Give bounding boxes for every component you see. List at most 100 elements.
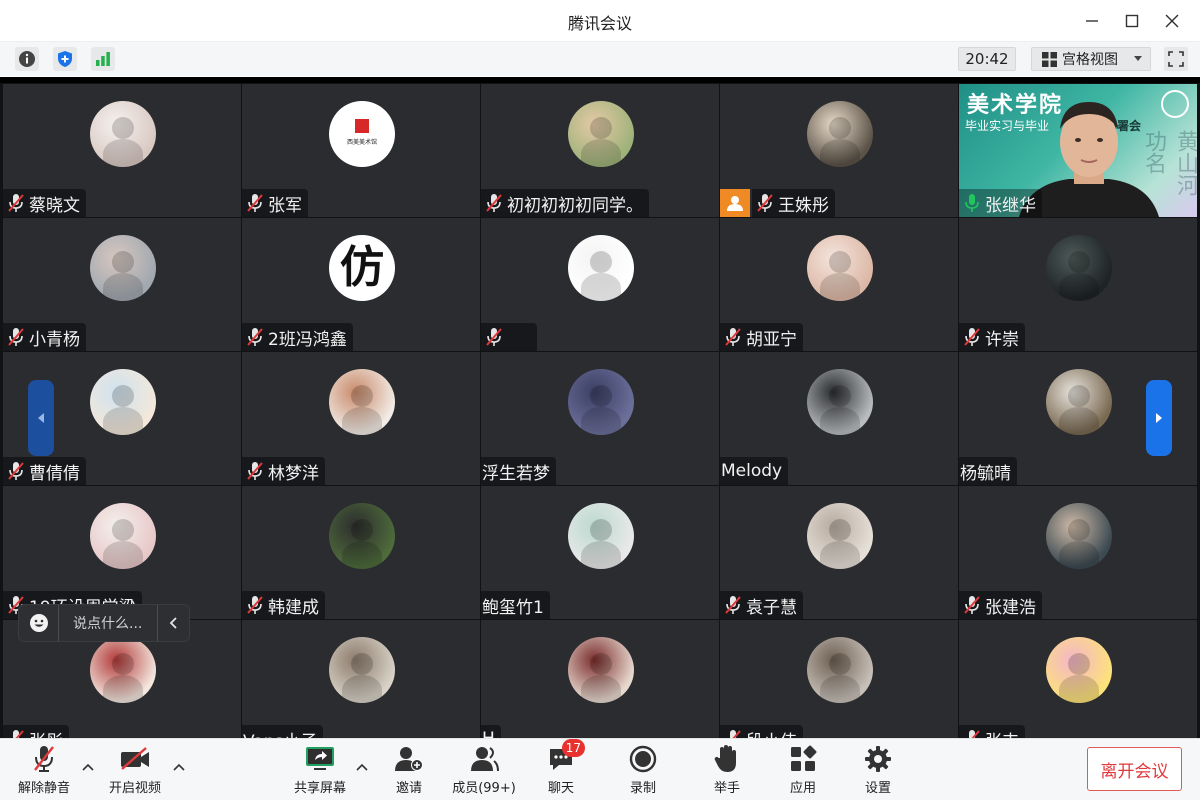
participant-tile[interactable]: Vans小子 bbox=[242, 620, 480, 738]
avatar: 西美美术馆 bbox=[329, 101, 395, 167]
participant-name: 袁子慧 bbox=[746, 597, 797, 618]
chat-label: 聊天 bbox=[547, 781, 574, 796]
avatar-figure bbox=[351, 519, 373, 541]
participant-tile[interactable]: 林梦洋 bbox=[242, 352, 480, 485]
next-page-button[interactable] bbox=[1146, 380, 1172, 456]
quick-chat-input[interactable]: 说点什么... bbox=[73, 613, 157, 633]
participant-tile[interactable]: 初初初初初同学。 bbox=[481, 84, 719, 217]
participant-tile[interactable]: H bbox=[481, 620, 719, 738]
avatar-figure bbox=[829, 117, 851, 139]
participant-tile[interactable]: 胡亚宁 bbox=[720, 218, 958, 351]
avatar bbox=[90, 369, 156, 435]
raise-hand-button[interactable]: 举手 bbox=[689, 743, 765, 797]
participant-tile[interactable]: 蔡晓文 bbox=[3, 84, 241, 217]
participant-tile[interactable]: 19环设周学梁 bbox=[3, 486, 241, 619]
participant-tile[interactable]: 袁子慧 bbox=[720, 486, 958, 619]
avatar: 仿 bbox=[329, 235, 395, 301]
grid-view-icon bbox=[1042, 51, 1057, 67]
name-tag: 林梦洋 bbox=[242, 457, 325, 485]
participant-tile[interactable]: 仿 2班冯鸿鑫 bbox=[242, 218, 480, 351]
chat-button[interactable]: 17 聊天 bbox=[523, 739, 599, 797]
share-options-button[interactable] bbox=[354, 759, 370, 775]
minimize-button[interactable] bbox=[1074, 8, 1110, 34]
avatar-figure bbox=[590, 251, 612, 273]
avatar-figure-body bbox=[820, 139, 860, 167]
participant-name: 张军 bbox=[268, 195, 302, 216]
record-button[interactable]: 录制 bbox=[605, 743, 681, 797]
video-grid: 蔡晓文 西美美术馆 张军 初初初初初同学。 王姝彤 美术学院 毕业实习与毕业 部署会 黄山河 功… bbox=[0, 77, 1200, 738]
gear-icon bbox=[860, 743, 896, 775]
view-mode-label: 宫格视图 bbox=[1062, 52, 1118, 68]
name-tag: 段小伟 bbox=[720, 725, 803, 738]
participant-tile[interactable]: 王姝彤 bbox=[720, 84, 958, 217]
participant-tile[interactable]: 鲍玺竹1 bbox=[481, 486, 719, 619]
participant-tile[interactable]: 许崇 bbox=[959, 218, 1197, 351]
avatar bbox=[568, 235, 634, 301]
apps-grid-icon bbox=[785, 743, 821, 775]
chevron-up-icon bbox=[173, 763, 185, 771]
network-status-button[interactable] bbox=[91, 47, 115, 71]
invite-button[interactable]: 邀请 bbox=[371, 743, 447, 797]
participant-tile[interactable]: 美术学院 毕业实习与毕业 部署会 黄山河 功名 张继华 bbox=[959, 84, 1197, 217]
avatar bbox=[1046, 637, 1112, 703]
participant-name: 胡亚宁 bbox=[746, 329, 797, 350]
maximize-button[interactable] bbox=[1114, 8, 1150, 34]
prev-page-button[interactable] bbox=[28, 380, 54, 456]
invite-label: 邀请 bbox=[395, 781, 422, 796]
mic-muted-icon bbox=[247, 462, 263, 480]
mic-muted-icon bbox=[8, 194, 24, 212]
avatar-figure-body bbox=[581, 541, 621, 569]
unmute-button[interactable]: 解除静音 bbox=[6, 743, 82, 797]
settings-button[interactable]: 设置 bbox=[840, 743, 916, 797]
view-mode-dropdown[interactable]: 宫格视图 bbox=[1031, 47, 1151, 71]
camera-off-icon bbox=[117, 743, 153, 775]
avatar-figure-body bbox=[342, 675, 382, 703]
name-tag: 张继华 bbox=[959, 189, 1042, 217]
mic-icon bbox=[965, 194, 979, 212]
audio-options-button[interactable] bbox=[80, 759, 96, 775]
participant-tile[interactable]: 小青杨 bbox=[3, 218, 241, 351]
name-tag: H bbox=[481, 725, 501, 738]
participant-name: 鲍玺竹1 bbox=[482, 597, 544, 618]
chat-icon: 17 bbox=[543, 739, 585, 775]
avatar-figure bbox=[351, 385, 373, 407]
participant-tile[interactable]: 韩建成 bbox=[242, 486, 480, 619]
avatar-figure-body bbox=[1059, 407, 1099, 435]
participant-tile[interactable] bbox=[481, 218, 719, 351]
participant-tile[interactable]: Melody bbox=[720, 352, 958, 485]
security-button[interactable] bbox=[53, 47, 77, 71]
chevron-down-icon bbox=[1134, 56, 1142, 61]
participant-name: 韩建成 bbox=[268, 597, 319, 618]
mic-muted-icon bbox=[725, 328, 741, 346]
close-button[interactable] bbox=[1154, 8, 1190, 34]
participant-tile[interactable]: 张丰 bbox=[959, 620, 1197, 738]
avatar-glyph: 仿 bbox=[340, 242, 384, 293]
mic-muted-icon bbox=[727, 730, 741, 738]
avatar-figure bbox=[590, 385, 612, 407]
apps-button[interactable]: 应用 bbox=[765, 743, 841, 797]
start-video-button[interactable]: 开启视频 bbox=[97, 743, 173, 797]
leave-meeting-button[interactable]: 离开会议 bbox=[1087, 747, 1182, 791]
share-screen-button[interactable]: 共享屏幕 bbox=[282, 743, 358, 797]
avatar-figure bbox=[829, 251, 851, 273]
name-tag: 曹倩倩 bbox=[3, 457, 86, 485]
chevron-left-icon bbox=[169, 617, 177, 629]
fullscreen-button[interactable] bbox=[1164, 47, 1188, 71]
participant-tile[interactable]: 浮生若梦 bbox=[481, 352, 719, 485]
participant-name: 小青杨 bbox=[29, 329, 80, 350]
participant-tile[interactable]: 段小伟 bbox=[720, 620, 958, 738]
emoji-button[interactable] bbox=[19, 605, 59, 641]
meeting-clock: 20:42 bbox=[958, 47, 1016, 71]
video-options-button[interactable] bbox=[171, 759, 187, 775]
meeting-info-button[interactable] bbox=[15, 47, 39, 71]
collapse-chat-button[interactable] bbox=[157, 605, 189, 641]
name-tag: 王姝彤 bbox=[752, 189, 835, 217]
name-tag: 小青杨 bbox=[3, 323, 86, 351]
participant-tile[interactable]: 张建浩 bbox=[959, 486, 1197, 619]
participant-tile[interactable]: 西美美术馆张军 bbox=[242, 84, 480, 217]
participant-name: 张丰 bbox=[985, 727, 1019, 739]
avatar-figure bbox=[829, 385, 851, 407]
members-button[interactable]: 成员(99+) bbox=[446, 743, 522, 797]
avatar-figure-body bbox=[820, 675, 860, 703]
avatar bbox=[807, 503, 873, 569]
